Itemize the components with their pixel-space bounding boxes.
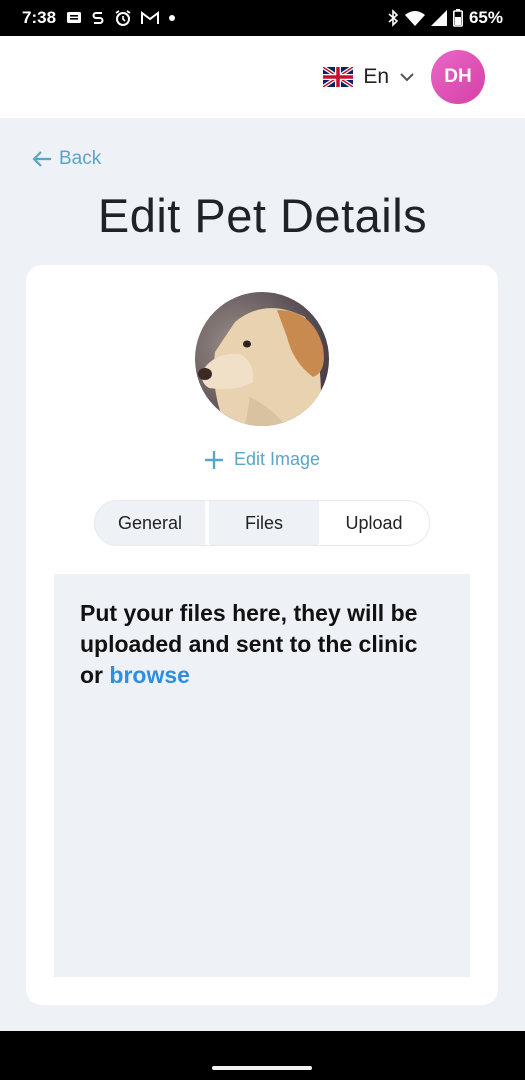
system-nav-bar <box>0 1031 525 1080</box>
tab-general-label: General <box>117 512 183 533</box>
bluetooth-icon <box>387 9 399 27</box>
tab-files[interactable]: Files <box>209 501 319 545</box>
avatar[interactable]: DH <box>431 50 485 104</box>
tab-files-label: Files <box>244 512 283 533</box>
battery-icon <box>452 9 463 27</box>
back-link[interactable]: Back <box>31 148 101 170</box>
file-drop-zone[interactable]: Put your files here, they will be upload… <box>54 574 470 977</box>
language-label: En <box>363 65 389 88</box>
alarm-icon <box>114 9 132 27</box>
drop-instruction: Put your files here, they will be upload… <box>80 598 444 691</box>
browse-link[interactable]: browse <box>109 662 190 688</box>
pet-photo <box>195 292 329 426</box>
edit-image-button[interactable]: Edit Image <box>26 449 498 470</box>
plus-icon <box>204 450 224 470</box>
tab-upload-label: Upload <box>345 512 403 533</box>
back-label: Back <box>59 148 102 169</box>
tab-bar: General Files Upload <box>94 500 430 546</box>
home-gesture-pill[interactable] <box>212 1066 312 1070</box>
uk-flag-icon <box>323 67 354 87</box>
edit-image-label: Edit Image <box>233 449 321 469</box>
avatar-initials: DH <box>444 66 472 87</box>
page-title: Edit Pet Details <box>97 189 428 242</box>
s-app-icon <box>91 10 105 26</box>
language-selector[interactable]: En <box>323 65 415 89</box>
battery-percent: 65% <box>468 8 503 27</box>
status-time: 7:38 <box>22 8 57 27</box>
arrow-left-icon <box>31 149 53 169</box>
top-bar: En DH <box>0 36 525 118</box>
chevron-down-icon <box>399 72 415 82</box>
dot-icon <box>168 14 176 22</box>
gmail-icon <box>141 11 160 25</box>
message-icon <box>66 11 82 25</box>
status-bar: 7:38 65% <box>0 0 525 36</box>
pet-details-card: Edit Image General Files Upload Put your… <box>26 265 498 1005</box>
signal-icon <box>430 10 447 26</box>
tab-upload[interactable]: Upload <box>319 501 429 545</box>
wifi-icon <box>404 10 425 26</box>
tab-general[interactable]: General <box>95 501 205 545</box>
